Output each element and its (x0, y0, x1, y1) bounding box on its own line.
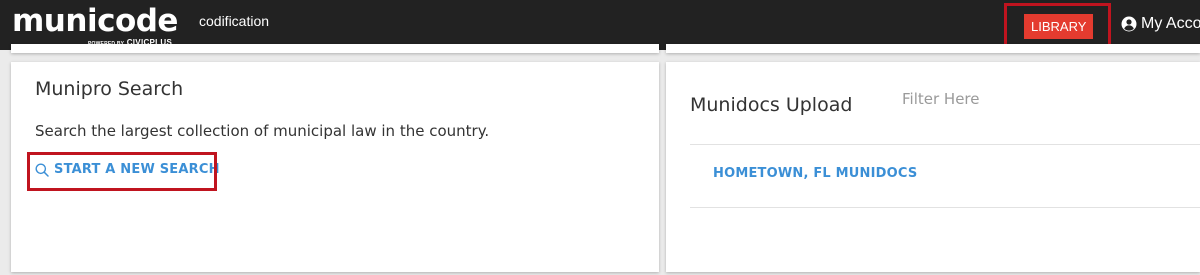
divider (690, 207, 1200, 208)
library-button[interactable]: LIBRARY (1024, 14, 1094, 39)
filter-input[interactable] (902, 88, 1082, 110)
my-account-menu[interactable]: My Acco (1121, 15, 1200, 33)
divider (690, 144, 1200, 145)
previous-panel-edge-right (666, 44, 1200, 53)
municode-logo[interactable]: municode (12, 2, 178, 40)
search-icon (35, 163, 49, 177)
hometown-munidocs-link[interactable]: HOMETOWN, FL MUNIDOCS (713, 166, 917, 181)
account-label: My Acco (1141, 15, 1200, 32)
munidocs-upload-panel: Munidocs Upload HOMETOWN, FL MUNIDOCS (666, 62, 1200, 272)
user-circle-icon (1121, 16, 1137, 32)
previous-panel-edge-left (11, 44, 659, 53)
munipro-title: Munipro Search (35, 78, 184, 100)
munipro-search-panel: Munipro Search Search the largest collec… (11, 62, 659, 272)
munipro-description: Search the largest collection of municip… (35, 122, 490, 140)
top-navigation-bar: municode POWERED BY CIVICPLUS codificati… (0, 0, 1200, 50)
start-new-search-link[interactable]: START A NEW SEARCH (35, 162, 220, 177)
section-label: codification (199, 13, 270, 29)
munidocs-title: Munidocs Upload (690, 94, 853, 116)
start-new-search-label: START A NEW SEARCH (54, 162, 220, 177)
